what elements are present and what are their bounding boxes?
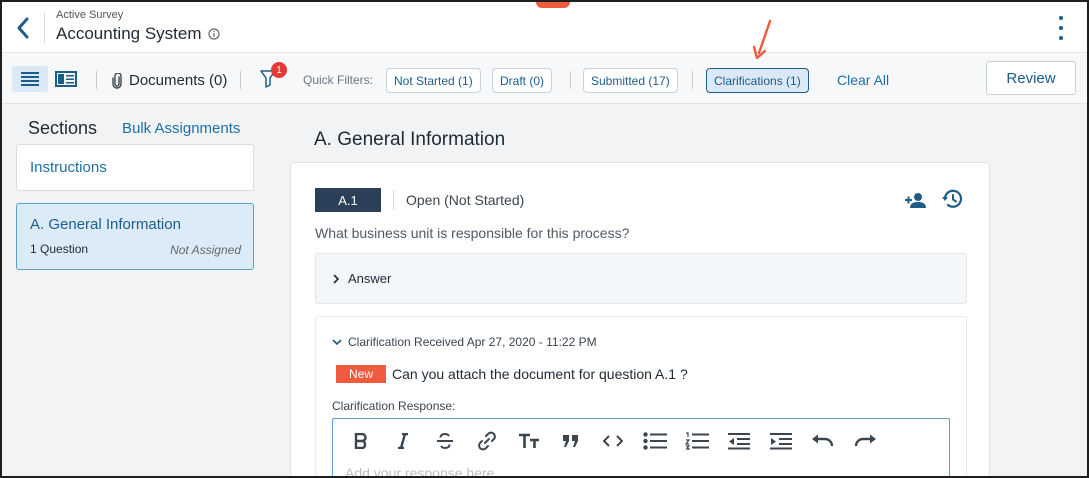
- chip-draft[interactable]: Draft (0): [492, 68, 553, 93]
- kebab-icon[interactable]: [1052, 14, 1070, 42]
- survey-eyebrow: Active Survey: [56, 9, 124, 21]
- strikethrough-icon[interactable]: [429, 429, 460, 453]
- header-divider: [44, 12, 45, 44]
- chevron-right-icon: [333, 273, 340, 284]
- bulk-assignments-link[interactable]: Bulk Assignments: [122, 120, 240, 137]
- page-header: Active Survey Accounting System: [2, 2, 1087, 53]
- annotation-arrow: [752, 19, 772, 59]
- quote-icon[interactable]: [555, 429, 586, 453]
- clarification-header-text: Clarification Received Apr 27, 2020 - 11…: [348, 335, 597, 349]
- sidebar-item-general-information[interactable]: A. General Information 1 Question Not As…: [16, 203, 254, 270]
- list-view-icon: [21, 72, 39, 86]
- chip-not-started[interactable]: Not Started (1): [386, 68, 481, 93]
- numbered-list-icon[interactable]: [681, 429, 712, 453]
- response-input[interactable]: Add your response here: [345, 465, 494, 476]
- bold-icon[interactable]: [345, 429, 376, 453]
- toolbar-divider: [96, 71, 97, 89]
- toolbar-divider: [240, 71, 241, 89]
- heading-icon[interactable]: [513, 429, 544, 453]
- bullet-list-icon[interactable]: [639, 429, 670, 453]
- page-title: Accounting System: [56, 24, 220, 44]
- back-icon: [17, 17, 29, 39]
- undo-icon[interactable]: [807, 429, 838, 453]
- answer-accordion[interactable]: Answer: [315, 253, 967, 304]
- link-icon[interactable]: [471, 429, 502, 453]
- outdent-icon[interactable]: [723, 429, 754, 453]
- response-editor[interactable]: Add your response here: [332, 418, 950, 476]
- code-icon[interactable]: [597, 429, 628, 453]
- paperclip-icon: [112, 72, 122, 89]
- section-heading: A. General Information: [314, 129, 506, 150]
- chip-clarifications[interactable]: Clarifications (1): [706, 68, 809, 93]
- question-status: Open (Not Started): [406, 192, 525, 208]
- documents-label: Documents (0): [129, 72, 228, 89]
- app-window: Active Survey Accounting System Document…: [0, 0, 1089, 478]
- indent-icon[interactable]: [765, 429, 796, 453]
- answer-label: Answer: [348, 271, 392, 286]
- clarification-message: Can you attach the document for question…: [392, 366, 688, 382]
- history-icon[interactable]: [941, 189, 963, 214]
- toolbar-divider: [692, 71, 693, 89]
- response-label: Clarification Response:: [332, 399, 456, 413]
- documents-button[interactable]: Documents (0): [112, 72, 227, 89]
- new-badge: New: [336, 365, 386, 383]
- filter-count-badge: 1: [271, 62, 287, 78]
- question-divider: [393, 190, 394, 210]
- top-handle[interactable]: [536, 2, 570, 8]
- review-button[interactable]: Review: [986, 61, 1076, 95]
- question-card: A.1 Open (Not Started) What business uni…: [290, 162, 990, 476]
- toolbar-divider: [570, 71, 571, 89]
- editor-toolbar: [345, 429, 880, 453]
- sidebar-item-label: A. General Information: [30, 216, 181, 233]
- sections-sidebar: Sections Bulk Assignments Instructions A…: [2, 104, 270, 476]
- card-view-icon: [55, 71, 77, 87]
- question-count: 1 Question: [30, 242, 89, 256]
- redo-icon[interactable]: [849, 429, 880, 453]
- back-button[interactable]: [10, 14, 36, 42]
- clear-all-link[interactable]: Clear All: [837, 72, 889, 88]
- page-title-text: Accounting System: [56, 24, 202, 43]
- clarification-panel: Clarification Received Apr 27, 2020 - 11…: [315, 316, 967, 476]
- italic-icon[interactable]: [387, 429, 418, 453]
- sections-title: Sections: [28, 118, 98, 138]
- clarification-header[interactable]: Clarification Received Apr 27, 2020 - 11…: [332, 335, 597, 349]
- filter-toolbar: Documents (0) 1 Quick Filters: Not Start…: [2, 53, 1087, 104]
- question-number-badge: A.1: [315, 188, 381, 212]
- chevron-down-icon: [332, 339, 342, 346]
- assignee-status: Not Assigned: [170, 243, 241, 257]
- chip-submitted[interactable]: Submitted (17): [583, 68, 678, 93]
- assign-user-icon[interactable]: [905, 192, 927, 213]
- quick-filters-label: Quick Filters:: [303, 73, 374, 87]
- card-view-button[interactable]: [48, 66, 84, 92]
- view-toggle: [12, 66, 84, 92]
- sidebar-item-instructions[interactable]: Instructions: [16, 144, 254, 191]
- list-view-button[interactable]: [12, 66, 48, 92]
- main-content: A. General Information A.1 Open (Not Sta…: [270, 104, 1087, 476]
- question-text: What business unit is responsible for th…: [315, 225, 630, 241]
- info-icon[interactable]: [207, 28, 220, 40]
